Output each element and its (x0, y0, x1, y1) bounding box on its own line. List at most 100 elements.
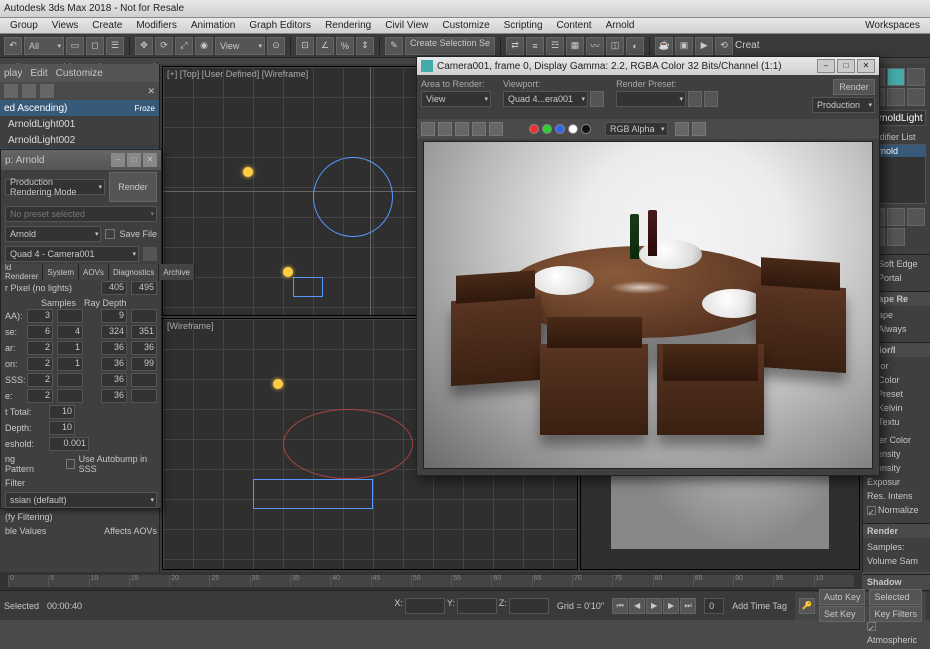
samp-b[interactable] (57, 389, 83, 403)
coord-x[interactable] (405, 598, 445, 614)
channel-red-icon[interactable] (529, 124, 539, 134)
tool-framebuffer[interactable]: ▣ (675, 37, 693, 55)
tool-pivot[interactable]: ⊙ (267, 37, 285, 55)
dlg-max-icon[interactable]: □ (127, 153, 141, 167)
table-wire-top[interactable] (313, 157, 393, 237)
samp-c[interactable]: 36 (101, 373, 127, 387)
workspaces-menu[interactable]: Workspaces (859, 20, 926, 31)
normalize-chk[interactable] (867, 506, 876, 515)
render-mode-dd[interactable]: Production Rendering Mode (5, 179, 105, 195)
fb-lock-icon[interactable] (590, 91, 604, 107)
fb-preset-dd[interactable] (616, 91, 686, 107)
samp-c[interactable]: 9 (101, 309, 127, 323)
filter-type-dd[interactable]: ssian (default) (5, 492, 157, 508)
fb-render-button[interactable]: Render (833, 79, 875, 95)
tool-rotate[interactable]: ⟳ (155, 37, 173, 55)
render-button[interactable]: Render (109, 172, 157, 202)
tool-renderprod[interactable]: ▶ (695, 37, 713, 55)
fb-production-dd[interactable]: Production (812, 97, 875, 113)
sort-header[interactable]: ed Ascending) (4, 103, 67, 114)
renderer-dd[interactable]: Arnold (5, 226, 101, 242)
filter-all[interactable]: All (24, 37, 64, 55)
area-to-render-dd[interactable]: View (421, 91, 491, 107)
exp-edit[interactable]: Edit (30, 68, 47, 79)
coord-z[interactable] (509, 598, 549, 614)
menu-animation[interactable]: Animation (185, 20, 241, 31)
samp-a[interactable]: 2 (27, 389, 53, 403)
samp-d[interactable] (131, 389, 157, 403)
menu-customize[interactable]: Customize (436, 20, 495, 31)
fb-copy-icon[interactable] (438, 122, 452, 136)
menu-civilview[interactable]: Civil View (379, 20, 434, 31)
scene-item[interactable]: ArnoldLight001 (0, 116, 159, 132)
fb-save-icon[interactable] (421, 122, 435, 136)
samp-d[interactable] (131, 373, 157, 387)
tool-move[interactable]: ✥ (135, 37, 153, 55)
cp-utilities-icon[interactable] (907, 88, 925, 106)
scene-item[interactable]: ArnoldLight002 (0, 132, 159, 148)
tool-renderiter[interactable]: ⟲ (715, 37, 733, 55)
samp-d[interactable]: 351 (131, 325, 157, 339)
coord-system-dd[interactable]: View (215, 37, 265, 55)
light-gizmo-icon[interactable] (273, 379, 283, 389)
perspective-ring[interactable] (283, 409, 413, 479)
stack-unique-icon[interactable] (907, 208, 925, 226)
fb-overlay-icon[interactable] (675, 122, 689, 136)
rtab-archive[interactable]: Archive (159, 264, 195, 280)
dlg-close-icon[interactable]: ✕ (143, 153, 157, 167)
samp-a[interactable]: 2 (27, 357, 53, 371)
px-w[interactable]: 405 (101, 281, 127, 295)
tool-select[interactable]: ▭ (66, 37, 84, 55)
time-slider[interactable]: 0510152025303540455055606570758085909510 (0, 572, 862, 590)
samp-d[interactable]: 99 (131, 357, 157, 371)
menu-scripting[interactable]: Scripting (498, 20, 549, 31)
tool-placement[interactable]: ◉ (195, 37, 213, 55)
camera-gizmo[interactable] (293, 277, 323, 297)
exp-customize[interactable]: Customize (56, 68, 103, 79)
tool-mirror[interactable]: ⇄ (506, 37, 524, 55)
tool-rendersetup[interactable]: ☕ (655, 37, 673, 55)
rtab-renderer[interactable]: ld Renderer (1, 264, 43, 280)
cp-hierarchy-icon[interactable] (907, 68, 925, 86)
goto-start-icon[interactable]: ⏮ (612, 598, 628, 614)
menu-arnold[interactable]: Arnold (600, 20, 641, 31)
samp-b[interactable] (57, 373, 83, 387)
tool-anglesnap[interactable]: ∠ (316, 37, 334, 55)
rtab-diag[interactable]: Diagnostics (109, 264, 159, 280)
menu-create[interactable]: Create (86, 20, 128, 31)
tool-spinnersnap[interactable]: ⇕ (356, 37, 374, 55)
table-wire-side[interactable] (253, 479, 373, 509)
lock-view-icon[interactable] (143, 247, 157, 261)
selected-filter[interactable]: Selected (869, 589, 922, 605)
stack-showend-icon[interactable] (887, 208, 905, 226)
stack-config-icon[interactable] (887, 228, 905, 246)
menu-rendering[interactable]: Rendering (319, 20, 377, 31)
samp-b[interactable]: 4 (57, 325, 83, 339)
rtab-system[interactable]: System (43, 264, 79, 280)
play-icon[interactable]: ▶ (646, 598, 662, 614)
depth[interactable]: 10 (49, 421, 75, 435)
menu-modifiers[interactable]: Modifiers (130, 20, 183, 31)
next-frame-icon[interactable]: ▶ (663, 598, 679, 614)
frozen-col[interactable]: Froze (135, 104, 155, 113)
tool-layer[interactable]: ☲ (546, 37, 564, 55)
exp-display[interactable]: play (4, 68, 22, 79)
threshold[interactable]: 0.001 (49, 437, 89, 451)
atmos-chk[interactable] (867, 622, 876, 631)
menu-views[interactable]: Views (46, 20, 85, 31)
fb-max-icon[interactable]: □ (837, 59, 855, 73)
tool-scale[interactable]: ⤢ (175, 37, 193, 55)
render-view-dd[interactable]: Quad 4 - Camera001 (5, 246, 139, 262)
set-key-icon[interactable]: 🔑 (799, 598, 815, 614)
samp-c[interactable]: 36 (101, 341, 127, 355)
exp-icon-3[interactable] (40, 84, 54, 98)
tool-undo[interactable]: ↶ (4, 37, 22, 55)
vp-left-label[interactable]: [Wireframe] (167, 321, 214, 331)
fb-env-icon[interactable] (704, 91, 718, 107)
savefile-chk[interactable] (105, 229, 115, 239)
menu-content[interactable]: Content (551, 20, 598, 31)
fb-close-icon[interactable]: ✕ (857, 59, 875, 73)
px-h[interactable]: 495 (131, 281, 157, 295)
channel-mono-icon[interactable] (581, 124, 591, 134)
tool-namedselset[interactable]: ✎ (385, 37, 403, 55)
